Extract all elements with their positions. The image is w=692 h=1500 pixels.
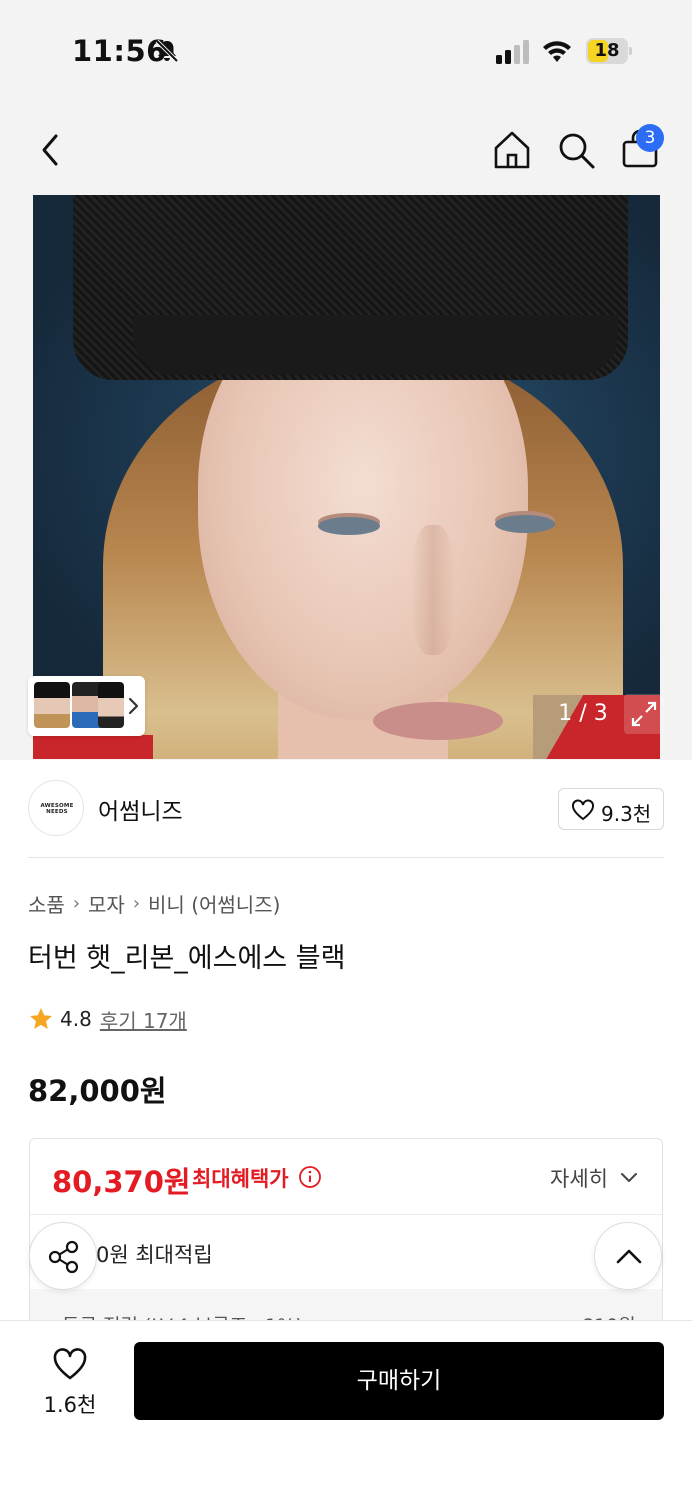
max-benefit-price: 80,370원 [52, 1165, 191, 1199]
buy-button[interactable]: 구매하기 [134, 1342, 664, 1420]
rating-value: 4.8 [60, 1007, 92, 1031]
wishlist-count: 1.6천 [43, 1393, 97, 1417]
chevron-right-icon [128, 697, 139, 715]
detail-label: 자세히 [550, 1167, 608, 1191]
status-bar: 11:56 18 [0, 0, 692, 100]
share-icon [48, 1240, 79, 1274]
home-icon[interactable] [490, 128, 534, 172]
cart-count-badge: 3 [636, 124, 664, 152]
brand-row[interactable]: AWESOME NEEDS 어썸니즈 9.3천 [0, 760, 692, 858]
breadcrumb-item[interactable]: 모자 [88, 889, 125, 918]
expand-icon[interactable] [624, 694, 664, 734]
breadcrumb: 소품 › 모자 › 비니 (어썸니즈) [28, 888, 280, 918]
top-nav [0, 110, 692, 190]
divider [28, 857, 664, 858]
back-icon[interactable] [34, 130, 70, 170]
scroll-top-button[interactable] [594, 1222, 662, 1290]
heart-icon [572, 799, 594, 821]
share-button[interactable] [29, 1222, 97, 1290]
thumbnail[interactable] [34, 682, 70, 728]
breadcrumb-item[interactable]: 소품 [28, 889, 65, 918]
heart-icon [53, 1348, 87, 1380]
product-price: 82,000원 [28, 1074, 167, 1108]
product-image[interactable] [33, 195, 660, 759]
battery-level: 18 [594, 40, 620, 61]
breadcrumb-separator-icon: › [132, 892, 141, 914]
star-icon [30, 1008, 52, 1029]
brand-like-button[interactable]: 9.3천 [558, 788, 664, 830]
breadcrumb-separator-icon: › [72, 892, 81, 914]
signal-icon [496, 40, 529, 64]
thumbnail[interactable] [98, 682, 124, 728]
benefit-box: 80,370원 최대혜택가 자세히 0원 최대적립 등급 적립 (LV.4 브론… [29, 1138, 663, 1338]
status-time: 11:56 [72, 34, 167, 68]
breadcrumb-item[interactable]: 비니 (어썸니즈) [148, 889, 280, 918]
divider [30, 1214, 662, 1215]
detail-toggle-button[interactable]: 자세히 [550, 1161, 640, 1193]
image-counter: 1 / 3 [558, 701, 608, 726]
brand-name[interactable]: 어썸니즈 [98, 792, 183, 826]
bottom-action-bar: 1.6천 구매하기 [0, 1320, 692, 1500]
brand-logo[interactable]: AWESOME NEEDS [28, 780, 84, 836]
wishlist-button[interactable]: 1.6천 [30, 1341, 110, 1421]
max-benefit-label: 최대혜택가 [192, 1167, 289, 1191]
battery-icon: 18 [586, 38, 632, 64]
chevron-up-icon [616, 1249, 642, 1264]
search-icon[interactable] [554, 128, 598, 172]
bell-slash-icon [155, 39, 179, 63]
chevron-down-icon [621, 1173, 637, 1182]
brand-like-count: 9.3천 [601, 802, 652, 826]
rating-row: 4.8 후기 17개 [28, 1004, 187, 1034]
wifi-icon [543, 41, 571, 62]
review-link[interactable]: 후기 17개 [100, 1005, 187, 1034]
info-icon[interactable] [298, 1165, 322, 1189]
product-title: 터번 햇_리본_에스에스 블랙 [28, 943, 346, 974]
points-label: 0원 최대적립 [96, 1243, 213, 1267]
thumbnail-strip[interactable] [28, 676, 145, 736]
